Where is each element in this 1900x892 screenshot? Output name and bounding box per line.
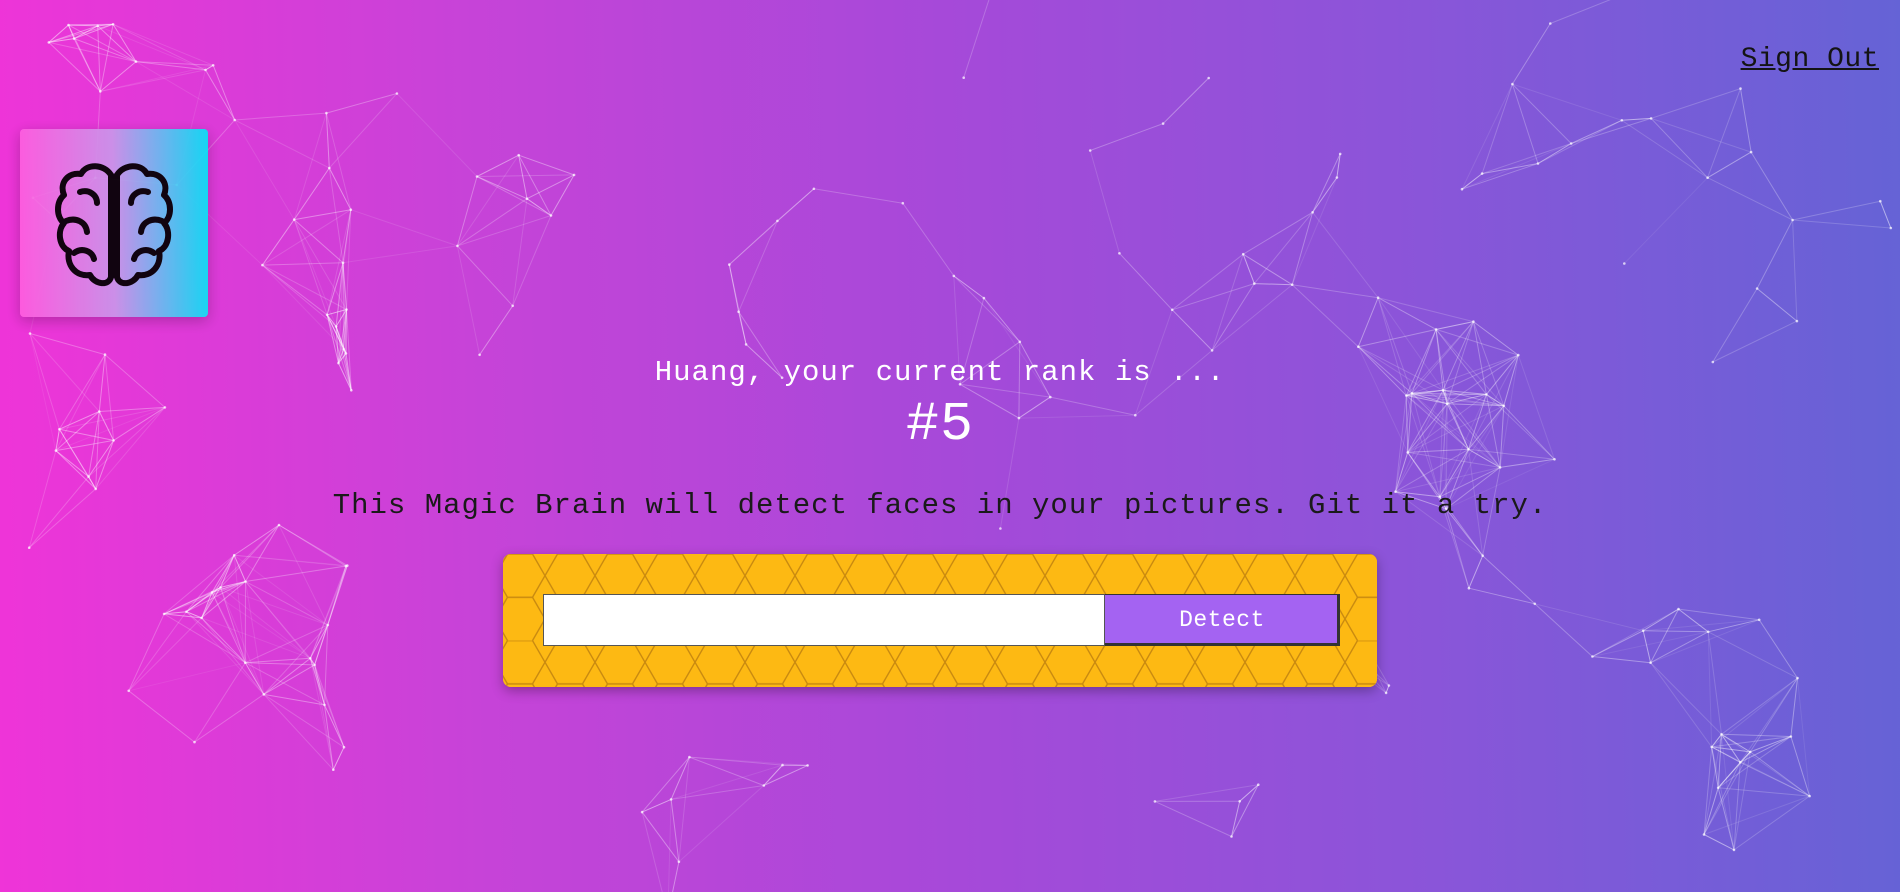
rank-intro-text: Huang, your current rank is ... (654, 356, 1226, 389)
sign-out-link[interactable]: Sign Out (1741, 44, 1879, 75)
navigation: Sign Out (1741, 44, 1879, 75)
rank-value: #5 (905, 393, 974, 456)
brain-icon (55, 163, 173, 287)
form-row: Detect (543, 594, 1340, 646)
detect-button[interactable]: Detect (1105, 594, 1340, 646)
image-url-input[interactable] (543, 594, 1105, 646)
tagline: This Magic Brain will detect faces in yo… (332, 489, 1548, 522)
image-url-form: Detect (503, 554, 1377, 687)
logo (20, 129, 208, 317)
